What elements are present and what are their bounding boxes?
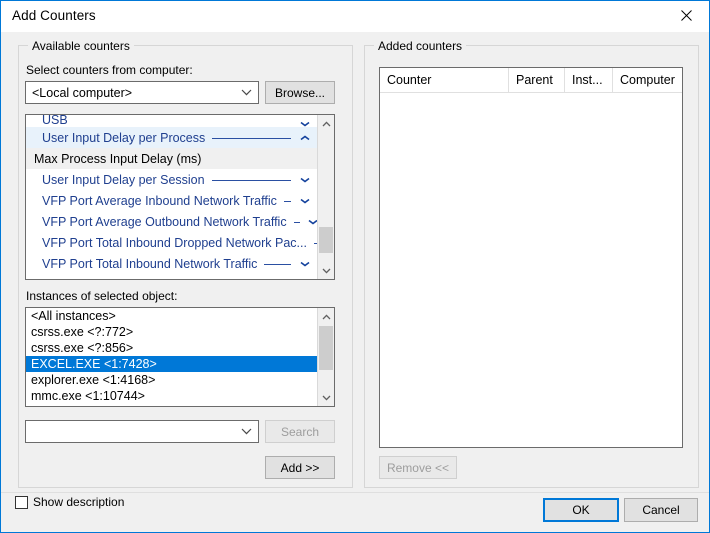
instance-label: <All instances> xyxy=(31,309,116,323)
instance-row[interactable]: csrss.exe <?:856> xyxy=(26,340,317,356)
instances-scroll-thumb[interactable] xyxy=(319,326,333,370)
leader-line xyxy=(211,180,291,181)
instances-list: <All instances> csrss.exe <?:772> csrss.ex… xyxy=(26,308,317,406)
instance-label: csrss.exe <?:772> xyxy=(31,325,134,339)
instance-label: explorer.exe <1:4168> xyxy=(31,373,156,387)
counter-row[interactable]: VFP Port Average Inbound Network Traffic xyxy=(26,190,317,211)
counter-child-row[interactable]: Max Process Input Delay (ms) xyxy=(26,148,317,169)
instance-row[interactable]: csrss.exe <?:772> xyxy=(26,324,317,340)
counter-row[interactable]: VFP Port Total Inbound Network Traffic xyxy=(26,253,317,274)
leader-line xyxy=(264,264,291,265)
column-header[interactable]: Counter xyxy=(380,68,509,92)
cancel-button[interactable]: Cancel xyxy=(624,498,698,522)
close-icon[interactable] xyxy=(663,1,709,30)
counters-scroll-thumb[interactable] xyxy=(319,227,333,253)
show-description-label: Show description xyxy=(33,495,125,509)
instance-label: csrss.exe <?:856> xyxy=(31,341,134,355)
counter-row[interactable]: VFP Port Total Inbound Dropped Network P… xyxy=(26,232,317,253)
column-header[interactable]: Inst... xyxy=(565,68,613,92)
instances-scrollbar[interactable] xyxy=(317,308,334,406)
instance-label: EXCEL.EXE <1:7428> xyxy=(31,357,157,371)
chevron-down-icon[interactable] xyxy=(307,219,317,225)
instance-row[interactable]: explorer.exe <1:4168> xyxy=(26,372,317,388)
instance-row[interactable]: EXCEL.EXE <1:7428> xyxy=(26,356,317,372)
instance-row[interactable]: mmc.exe <1:10744> xyxy=(26,388,317,404)
chevron-up-icon[interactable] xyxy=(298,135,311,141)
counter-label: VFP Port Total Inbound Network Traffic xyxy=(42,256,258,271)
counter-label: User Input Delay per Process xyxy=(42,130,206,145)
scroll-down-icon[interactable] xyxy=(318,389,334,406)
available-counters-group-label: Available counters xyxy=(28,39,134,53)
scroll-up-icon[interactable] xyxy=(318,308,334,325)
ok-button[interactable]: OK xyxy=(543,498,619,522)
instance-label: mmc.exe <1:10744> xyxy=(31,389,145,403)
counter-row[interactable]: VFP Port Average Outbound Network Traffi… xyxy=(26,211,317,232)
counter-row[interactable]: USB xyxy=(26,115,317,127)
column-header[interactable]: Computer xyxy=(613,68,682,92)
chevron-down-icon[interactable] xyxy=(298,261,311,267)
computer-combo-value: <Local computer> xyxy=(32,85,133,100)
instance-label: SearchUI.exe <1:8544> xyxy=(31,405,163,406)
instance-row[interactable]: <All instances> xyxy=(26,308,317,324)
chevron-down-icon[interactable] xyxy=(298,198,311,204)
leader-line xyxy=(283,201,291,202)
counters-scrollbar[interactable] xyxy=(317,115,334,279)
counter-row[interactable]: User Input Delay per Session xyxy=(26,169,317,190)
leader-line xyxy=(293,222,300,223)
added-counters-group-label: Added counters xyxy=(374,39,467,53)
leader-line xyxy=(212,138,291,139)
add-counters-dialog: Add Counters Available counters Select c… xyxy=(0,0,710,533)
show-description-checkbox[interactable]: Show description xyxy=(15,495,124,509)
search-button[interactable]: Search xyxy=(265,420,335,443)
browse-button[interactable]: Browse... xyxy=(265,81,335,104)
counter-label: User Input Delay per Session xyxy=(42,172,205,187)
counters-list: USB User Input Delay per Process Max Proce… xyxy=(26,115,317,279)
added-counters-table[interactable]: Counter Parent Inst... Computer xyxy=(379,67,683,448)
scroll-down-icon[interactable] xyxy=(318,262,334,279)
scroll-up-icon[interactable] xyxy=(318,115,334,132)
select-computer-label: Select counters from computer: xyxy=(26,63,193,77)
column-header[interactable]: Parent xyxy=(509,68,565,92)
added-counters-header: Counter Parent Inst... Computer xyxy=(380,68,682,93)
search-combo[interactable] xyxy=(25,420,259,443)
counters-listbox[interactable]: USB User Input Delay per Process Max Proce… xyxy=(25,114,335,280)
counter-row[interactable]: User Input Delay per Process xyxy=(26,127,317,148)
counter-child-label: Max Process Input Delay (ms) xyxy=(34,151,202,166)
window-title: Add Counters xyxy=(12,8,96,23)
counter-label: VFP Port Total Inbound Dropped Network P… xyxy=(42,235,307,250)
chevron-down-icon[interactable] xyxy=(234,428,258,435)
checkbox-box[interactable] xyxy=(15,495,28,509)
remove-button[interactable]: Remove << xyxy=(379,456,457,479)
counter-label: VFP Port Average Inbound Network Traffic xyxy=(42,193,277,208)
add-button[interactable]: Add >> xyxy=(265,456,335,479)
counter-label: VFP Port Average Outbound Network Traffi… xyxy=(42,214,287,229)
chevron-down-icon[interactable] xyxy=(298,177,311,183)
counter-label: USB xyxy=(42,115,68,127)
instances-label: Instances of selected object: xyxy=(26,289,178,303)
instances-listbox[interactable]: <All instances> csrss.exe <?:772> csrss.ex… xyxy=(25,307,335,407)
title-bar: Add Counters xyxy=(1,1,709,32)
footer-divider xyxy=(1,492,709,493)
chevron-down-icon[interactable] xyxy=(234,89,258,96)
instance-row[interactable]: SearchUI.exe <1:8544> xyxy=(26,404,317,406)
computer-combo[interactable]: <Local computer> xyxy=(25,81,259,104)
